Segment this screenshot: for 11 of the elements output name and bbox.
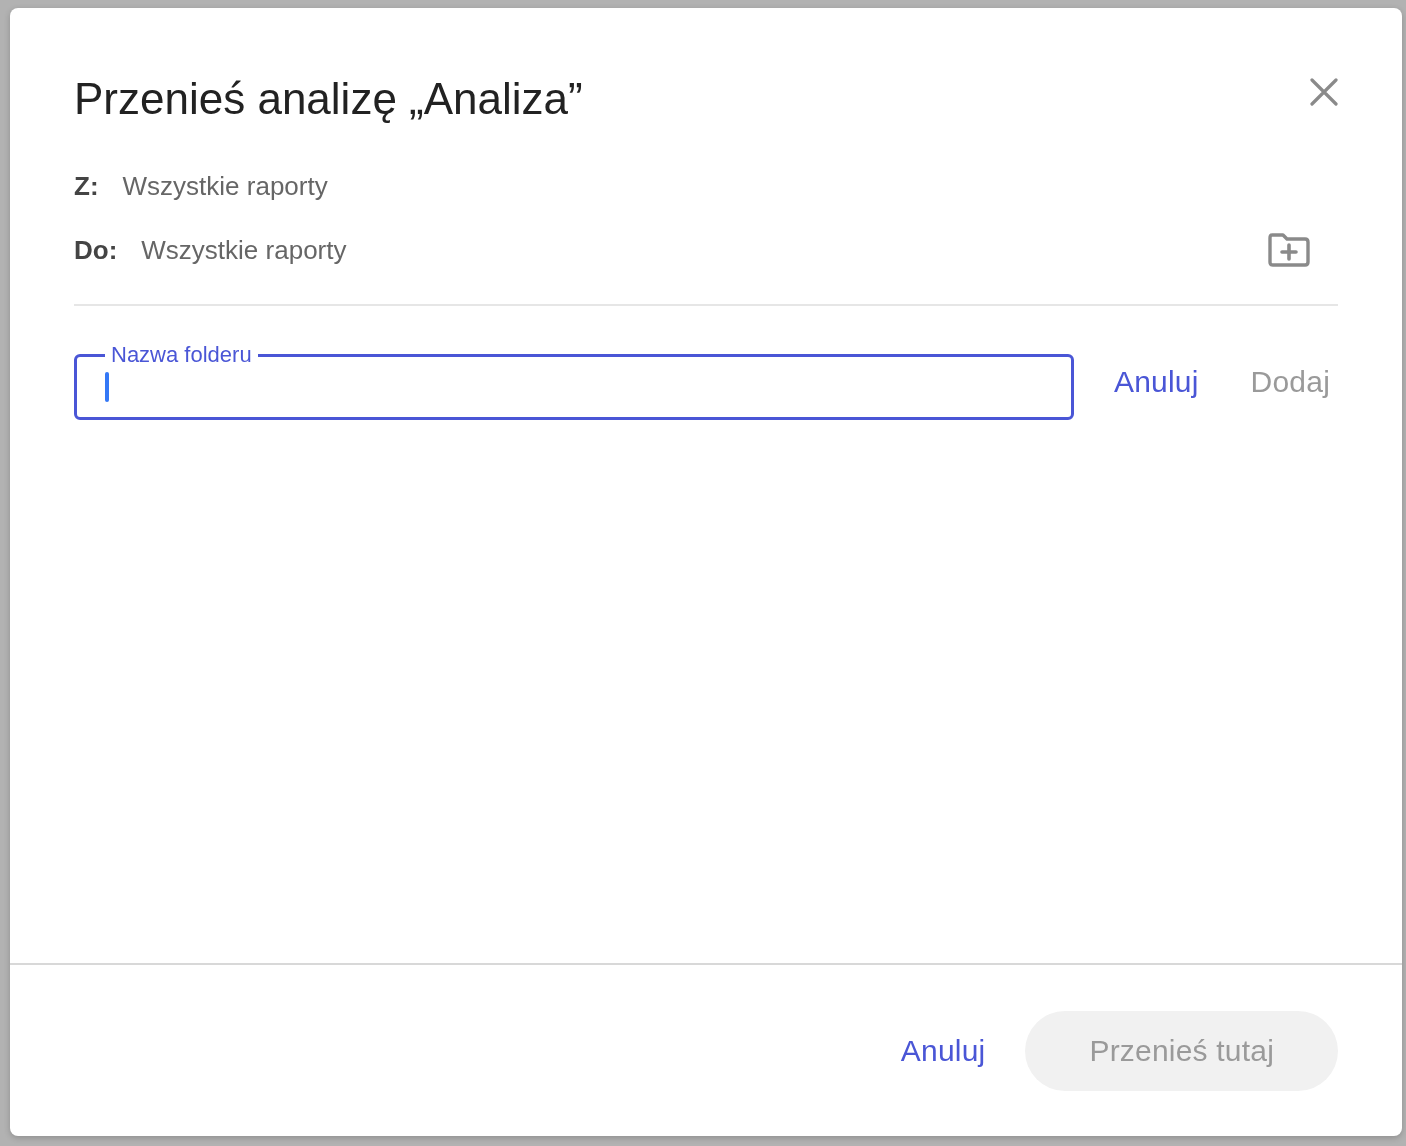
text-cursor: [105, 371, 109, 402]
cancel-button[interactable]: Anuluj: [888, 1023, 998, 1078]
from-value: Wszystkie raporty: [122, 170, 329, 202]
close-icon[interactable]: [1310, 78, 1338, 106]
cancel-button[interactable]: Anuluj: [1102, 355, 1211, 409]
folder-plus-icon[interactable]: [1268, 233, 1310, 267]
dialog-title: Przenieś analizę „Analiza”: [74, 74, 583, 124]
to-value: Wszystkie raporty: [141, 234, 348, 266]
folder-name-field[interactable]: Nazwa folderu: [74, 344, 1074, 420]
from-label: Z:: [74, 170, 99, 202]
to-label: Do:: [74, 234, 118, 266]
